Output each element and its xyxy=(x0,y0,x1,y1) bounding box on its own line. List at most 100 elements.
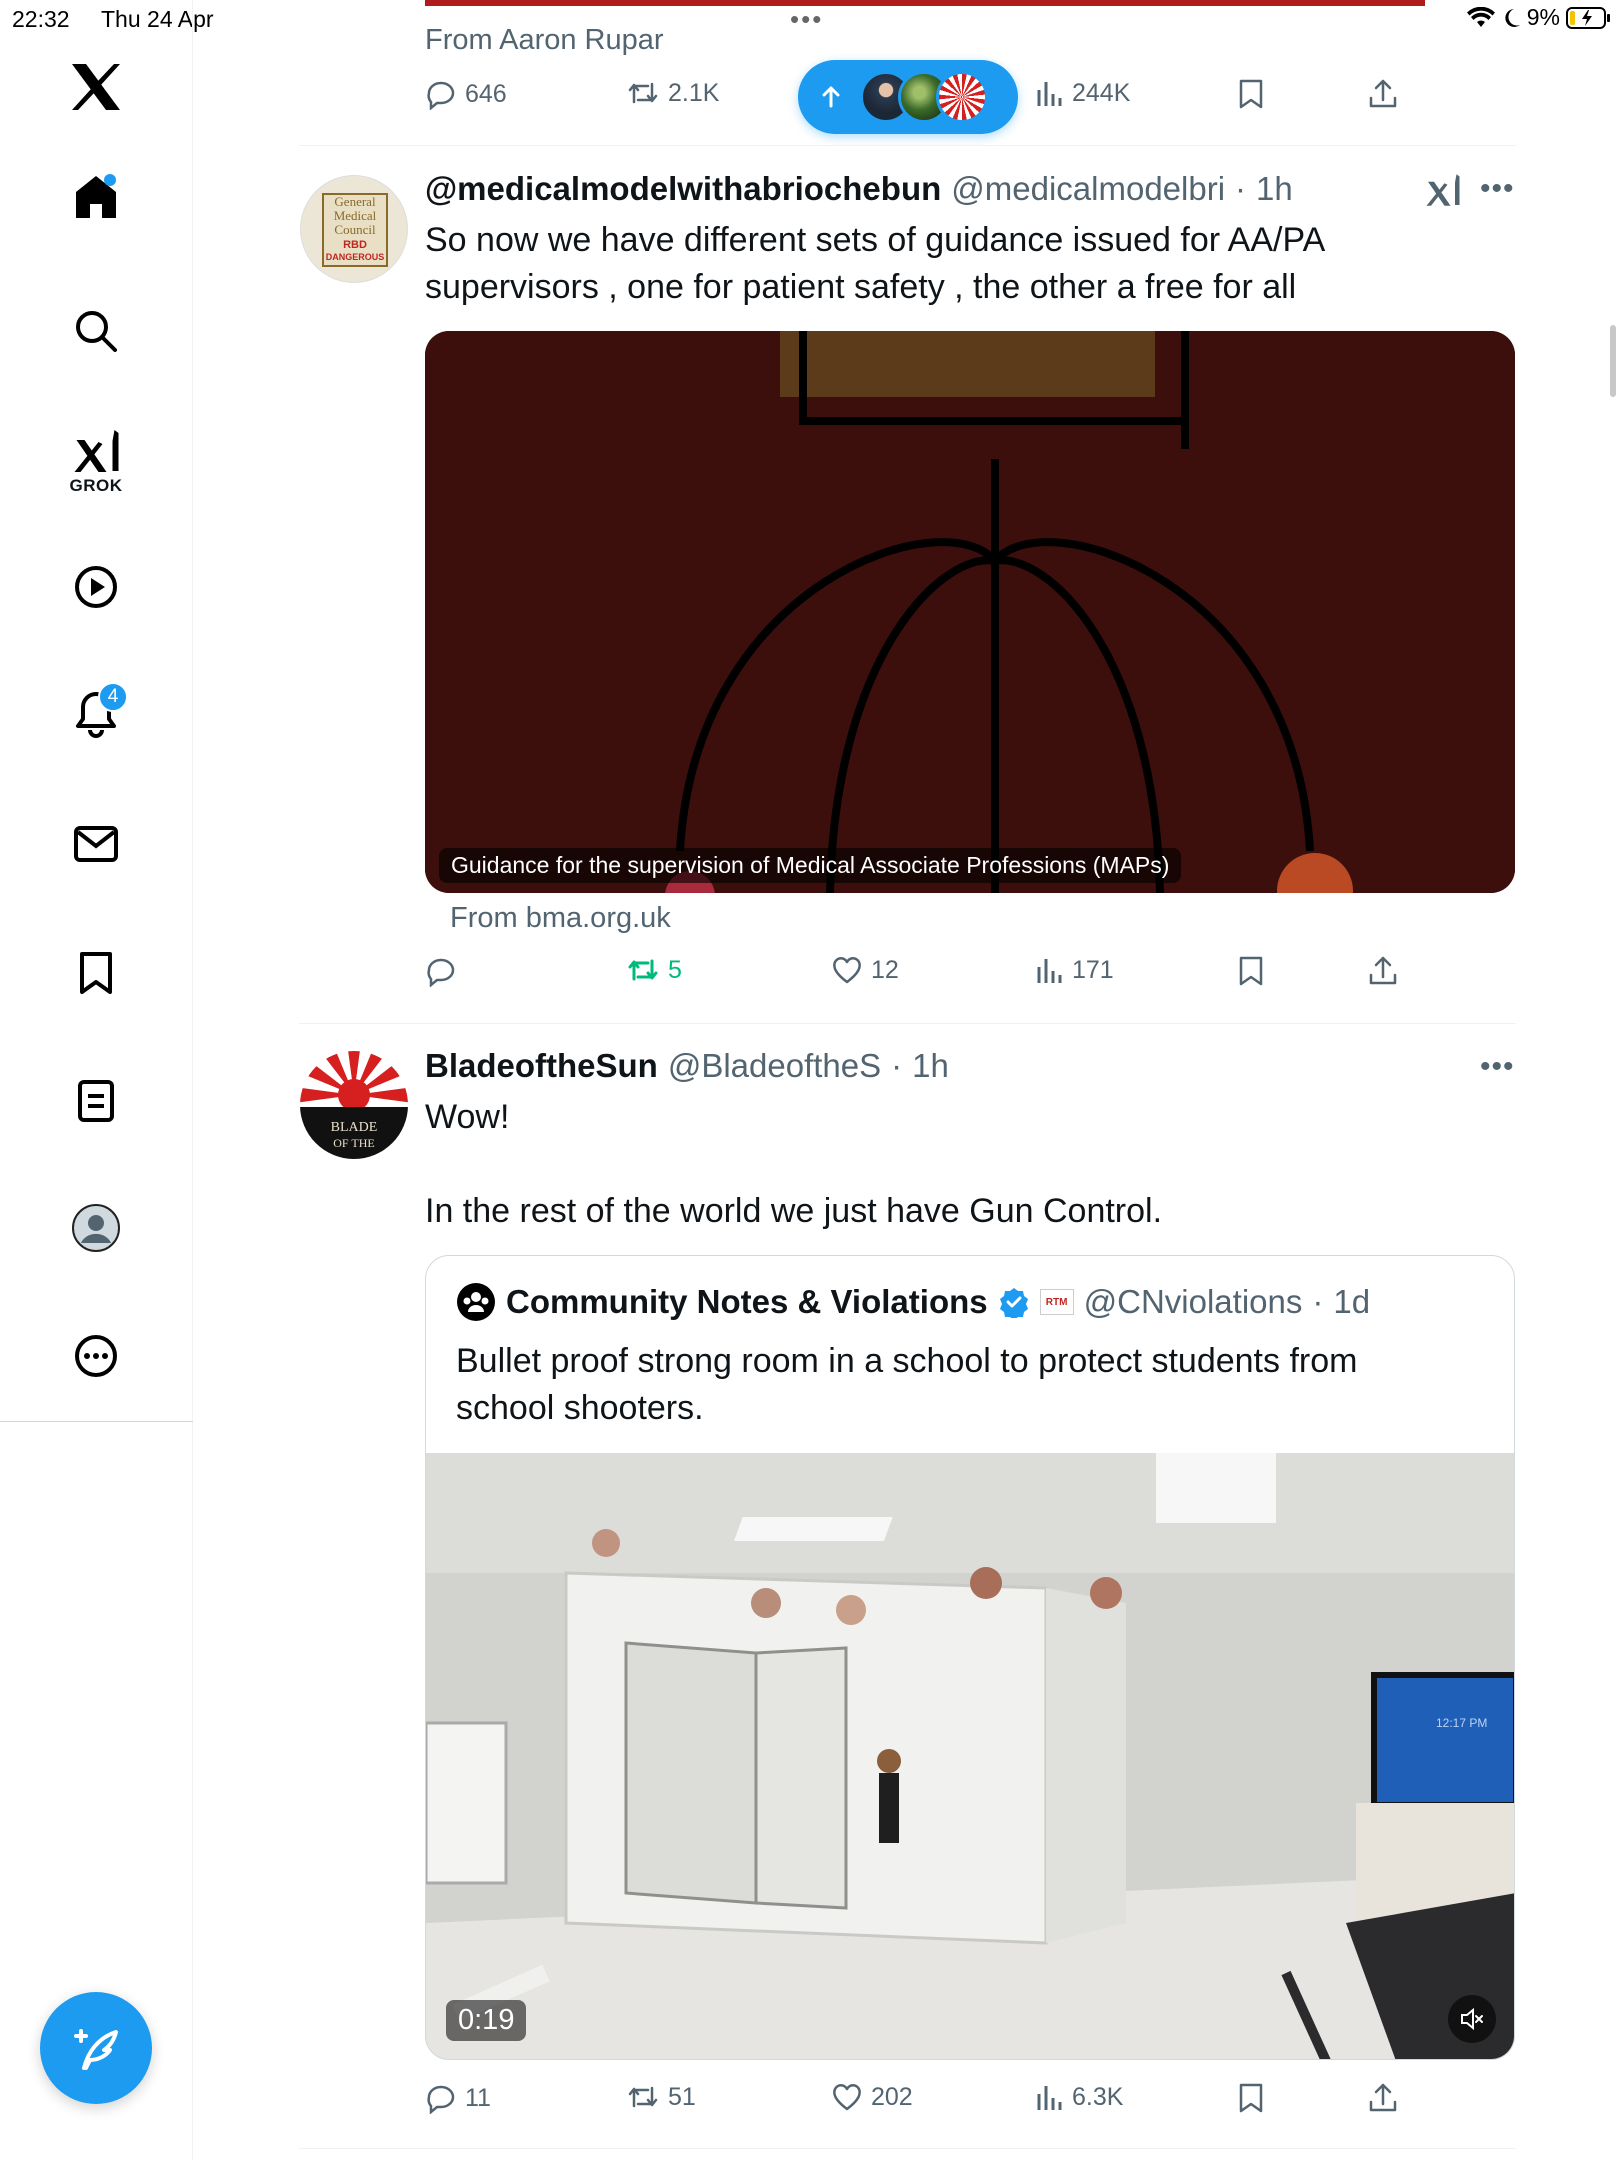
like-button[interactable]: 12 xyxy=(831,955,899,985)
link-card-title: Guidance for the supervision of Medical … xyxy=(439,848,1182,883)
bookmark-button[interactable] xyxy=(1237,955,1265,987)
post2-text-line: Wow! xyxy=(425,1098,510,1136)
views-count: 171 xyxy=(1072,955,1114,984)
post2-time[interactable]: 1h xyxy=(912,1047,949,1085)
post1-more-icon[interactable]: ••• xyxy=(1480,172,1515,206)
post1-display-name[interactable]: @medicalmodelwithabriochebun xyxy=(425,170,941,208)
views-count: 244K xyxy=(1072,78,1131,107)
link-card-image xyxy=(425,331,1515,893)
bookmark-icon xyxy=(1239,2083,1263,2113)
post-divider xyxy=(299,2148,1516,2149)
repost-count: 51 xyxy=(668,2082,696,2111)
quoted-post[interactable]: Community Notes & Violations RTM @CNviol… xyxy=(425,1255,1515,2060)
reply-icon xyxy=(427,81,455,110)
lists-icon[interactable] xyxy=(76,1078,116,1124)
notifications-badge: 4 xyxy=(98,682,128,712)
views-chart-icon xyxy=(1037,82,1062,106)
grok-icon xyxy=(1426,174,1460,206)
repost-count: 2.1K xyxy=(668,78,720,107)
grok-icon xyxy=(74,430,118,472)
post1-avatar-text: DANGEROUS xyxy=(326,252,385,262)
moon-icon xyxy=(1505,8,1520,27)
grok-explain-button[interactable] xyxy=(1425,172,1461,213)
post2-handle[interactable]: @BladeoftheS xyxy=(668,1047,881,1085)
like-button[interactable]: 202 xyxy=(831,2082,913,2112)
grok-label: GROK xyxy=(69,476,123,495)
repost-count: 5 xyxy=(668,955,682,984)
post1-text: So now we have different sets of guidanc… xyxy=(425,217,1515,311)
home-unread-dot xyxy=(104,174,116,186)
link-card-source[interactable]: From bma.org.uk xyxy=(450,902,671,935)
quoted-video[interactable]: 12:17 PM 0:19 xyxy=(426,1453,1514,2059)
post1-handle[interactable]: @medicalmodelbri xyxy=(951,170,1225,208)
share-button[interactable] xyxy=(1367,2082,1399,2114)
post-divider xyxy=(299,145,1516,146)
post2-avatar-text: BLADE xyxy=(331,1120,378,1135)
post1-avatar-text: Medical xyxy=(334,208,377,223)
views-chart-icon xyxy=(1037,959,1062,983)
profile-avatar-icon[interactable] xyxy=(71,1203,121,1253)
compose-feather-icon xyxy=(74,2029,118,2070)
quoted-time: 1d xyxy=(1333,1283,1371,1320)
repost-button[interactable]: 51 xyxy=(626,2082,696,2112)
views-count: 6.3K xyxy=(1072,2082,1124,2111)
multitask-dots-icon[interactable]: ••• xyxy=(790,4,823,35)
grok-nav[interactable]: GROK xyxy=(70,428,123,496)
battery-percent: 9% xyxy=(1526,4,1560,30)
quoted-handle: @CNviolations xyxy=(1083,1283,1303,1320)
previous-post-media-edge xyxy=(425,0,1425,6)
reply-icon xyxy=(427,2085,455,2114)
new-posts-pill[interactable] xyxy=(798,60,1018,134)
x-logo-icon[interactable] xyxy=(70,62,122,112)
repost-button[interactable]: 5 xyxy=(626,955,682,985)
quoted-post-header: Community Notes & Violations RTM @CNviol… xyxy=(456,1282,1370,1322)
scrollbar[interactable] xyxy=(1610,325,1616,397)
reply-button[interactable]: 11 xyxy=(425,2082,491,2114)
post1-avatar-text: RBD xyxy=(343,239,367,251)
repost-button[interactable]: 2.1K xyxy=(626,78,719,108)
post2-avatar-text: OF THE xyxy=(333,1136,374,1150)
video-play-icon[interactable] xyxy=(73,564,119,610)
verified-badge-icon xyxy=(999,1288,1028,1318)
views-button[interactable]: 171 xyxy=(1034,955,1114,985)
home-icon[interactable] xyxy=(72,172,120,222)
post2-more-icon[interactable]: ••• xyxy=(1480,1050,1515,1084)
post2-actions: 11 51 202 6.3K xyxy=(425,2082,1425,2122)
notifications-bell-icon[interactable]: 4 xyxy=(73,682,128,738)
bookmark-icon xyxy=(1239,956,1263,986)
bookmark-button[interactable] xyxy=(1237,78,1265,110)
post1-separator: · xyxy=(1235,170,1247,207)
reply-button[interactable]: 646 xyxy=(425,78,507,110)
search-icon[interactable] xyxy=(73,308,119,354)
post1-text-line: supervisors , one for patient safety , t… xyxy=(425,268,1297,306)
post1-time[interactable]: 1h xyxy=(1256,170,1293,208)
quoted-text-line: Bullet proof strong room in a school to … xyxy=(456,1342,1358,1380)
quoted-avatar-icon xyxy=(457,1283,495,1321)
post2-avatar[interactable]: BLADE OF THE xyxy=(300,1051,408,1159)
bookmarks-icon[interactable] xyxy=(76,950,116,996)
post2-separator: · xyxy=(891,1047,903,1084)
quoted-display-name: Community Notes & Violations xyxy=(506,1283,988,1320)
bookmark-button[interactable] xyxy=(1237,2082,1265,2114)
post1-link-card[interactable]: Guidance for the supervision of Medical … xyxy=(425,331,1515,893)
video-duration: 0:19 xyxy=(446,2000,527,2041)
post2-text-line: In the rest of the world we just have Gu… xyxy=(425,1192,1163,1230)
more-options-icon[interactable] xyxy=(73,1333,119,1379)
previous-post-source[interactable]: From Aaron Rupar xyxy=(425,24,664,57)
mute-button[interactable] xyxy=(1448,1995,1496,2043)
views-button[interactable]: 6.3K xyxy=(1034,2082,1123,2112)
post2-display-name[interactable]: BladeoftheSun xyxy=(425,1047,658,1085)
post1-avatar[interactable]: General Medical Council RBD DANGEROUS xyxy=(300,175,408,283)
post1-text-line: So now we have different sets of guidanc… xyxy=(425,221,1326,259)
reply-button[interactable] xyxy=(425,955,457,987)
compose-post-button[interactable] xyxy=(40,1992,152,2104)
share-button[interactable] xyxy=(1367,955,1399,987)
quoted-separator: · xyxy=(1312,1283,1324,1320)
muted-speaker-icon xyxy=(1461,2007,1483,2031)
share-button[interactable] xyxy=(1367,78,1399,110)
messages-mail-icon[interactable] xyxy=(73,824,119,864)
status-indicators: 9% xyxy=(1466,4,1612,31)
views-button[interactable]: 244K xyxy=(1034,78,1130,108)
battery-charging-icon xyxy=(1566,6,1610,29)
views-chart-icon xyxy=(1037,2086,1062,2110)
